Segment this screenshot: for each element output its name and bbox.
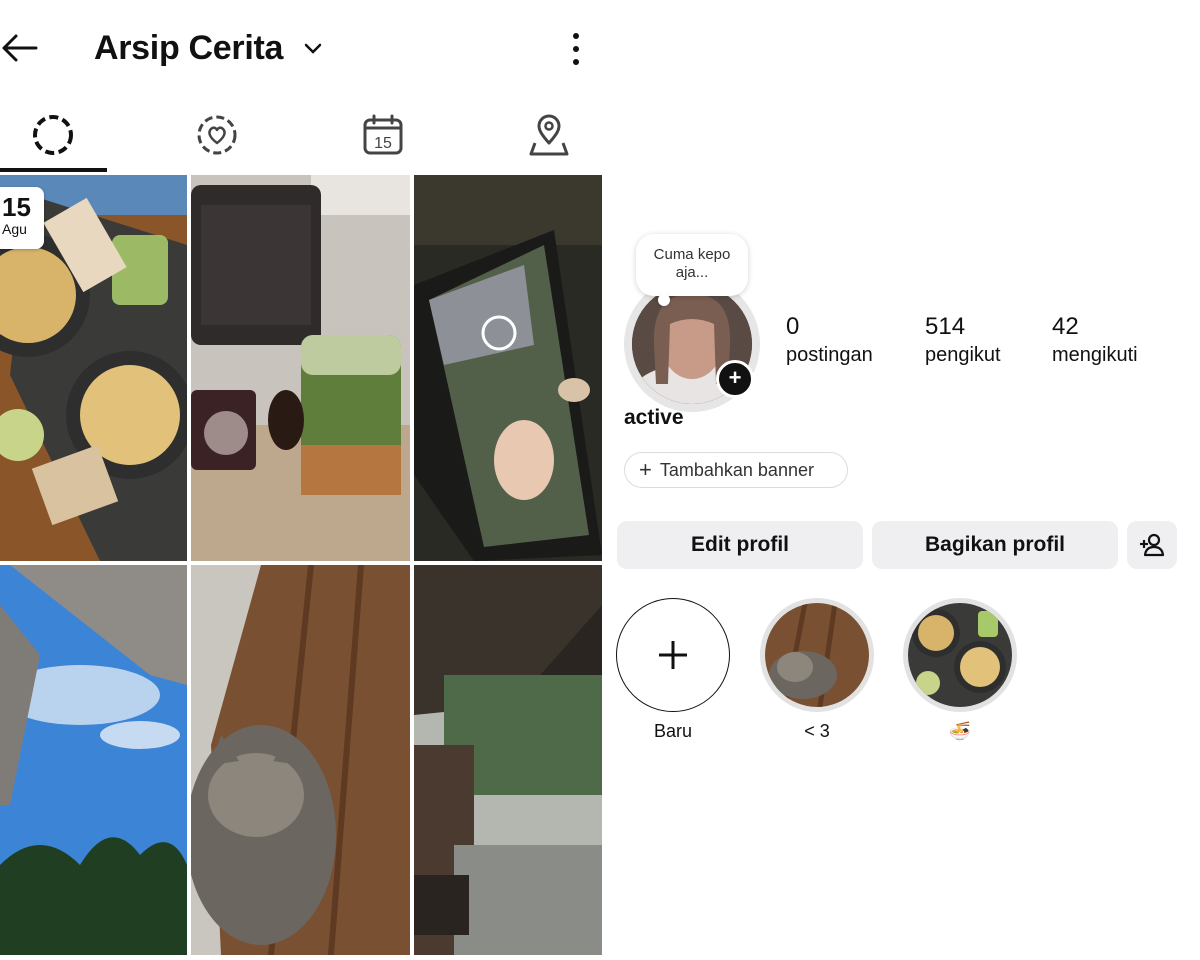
tab-favorites[interactable] [164, 100, 270, 170]
heart-circle-icon [197, 115, 237, 155]
chevron-down-icon[interactable] [302, 38, 324, 60]
add-banner-button[interactable]: + Tambahkan banner [624, 452, 848, 488]
food-cover-photo [908, 603, 1012, 707]
stat-posts-label: postingan [786, 344, 873, 366]
calendar-icon: 15 [363, 114, 403, 155]
plus-icon: + [639, 457, 652, 482]
highlight-cover [760, 598, 874, 712]
story-thumbnail-pasta[interactable]: 15 Agu [0, 175, 187, 561]
stat-following[interactable]: 42 mengikuti [1052, 312, 1138, 368]
highlight-cat[interactable]: < 3 [758, 598, 876, 742]
tab-stories[interactable] [0, 100, 106, 170]
story-archive-icon [33, 115, 73, 155]
share-profile-button[interactable]: Bagikan profil [872, 521, 1118, 569]
stat-following-count: 42 [1052, 313, 1079, 340]
cat-photo [191, 565, 410, 955]
svg-text:15: 15 [374, 135, 392, 152]
add-person-button[interactable] [1127, 521, 1177, 569]
stat-followers[interactable]: 514 pengikut [925, 312, 1001, 368]
cat-cover-photo [765, 603, 869, 707]
story-archive-panel: Arsip Cerita 15 15 Agu [0, 0, 606, 960]
archive-tabs: 15 [0, 100, 600, 174]
story-thumbnail-sky[interactable] [0, 565, 187, 955]
more-options-icon[interactable] [562, 30, 590, 68]
story-thumbnail-rain[interactable] [414, 565, 602, 955]
edit-profile-button[interactable]: Edit profil [617, 521, 863, 569]
stat-followers-count: 514 [925, 313, 966, 340]
map-pin-icon [529, 114, 569, 156]
new-highlight-circle [616, 598, 730, 712]
highlight-new[interactable]: Baru [614, 598, 732, 742]
rain-photo [414, 565, 602, 955]
highlight-label: Baru [653, 721, 693, 741]
tab-calendar[interactable]: 15 [330, 100, 436, 170]
active-tab-indicator [0, 168, 107, 172]
add-banner-label: Tambahkan banner [659, 459, 814, 480]
plus-icon [659, 641, 687, 669]
page-title[interactable]: Arsip Cerita [94, 26, 283, 70]
phone-photo [414, 175, 602, 561]
stat-posts-count: 0 [786, 313, 800, 340]
stat-followers-label: pengikut [925, 344, 1001, 366]
matcha-photo [191, 175, 410, 561]
highlight-food[interactable]: 🍜 [901, 598, 1019, 742]
story-thumbnail-cat[interactable] [191, 565, 410, 955]
highlight-label: 🍜 [948, 721, 972, 741]
story-date-badge: 15 Agu [0, 187, 44, 249]
story-thumbnail-matcha[interactable] [191, 175, 410, 561]
story-thumbnail-phone[interactable] [414, 175, 602, 561]
stat-following-label: mengikuti [1052, 344, 1138, 366]
add-story-icon[interactable]: + [716, 360, 754, 398]
profile-panel: + Cuma kepo aja... 0 postingan 514 pengi… [606, 0, 1200, 960]
add-person-icon [1140, 533, 1165, 557]
highlight-label: < 3 [804, 721, 830, 741]
stat-posts[interactable]: 0 postingan [786, 312, 873, 368]
back-arrow-icon[interactable] [0, 28, 40, 68]
tab-locations[interactable] [496, 100, 602, 170]
note-bubble[interactable]: Cuma kepo aja... [636, 234, 748, 306]
sky-photo [0, 565, 187, 955]
story-grid: 15 Agu [0, 175, 602, 955]
story-date-month: Agu [2, 221, 27, 237]
username: active [624, 406, 684, 429]
story-date-day: 15 [2, 192, 31, 222]
highlight-cover [903, 598, 1017, 712]
